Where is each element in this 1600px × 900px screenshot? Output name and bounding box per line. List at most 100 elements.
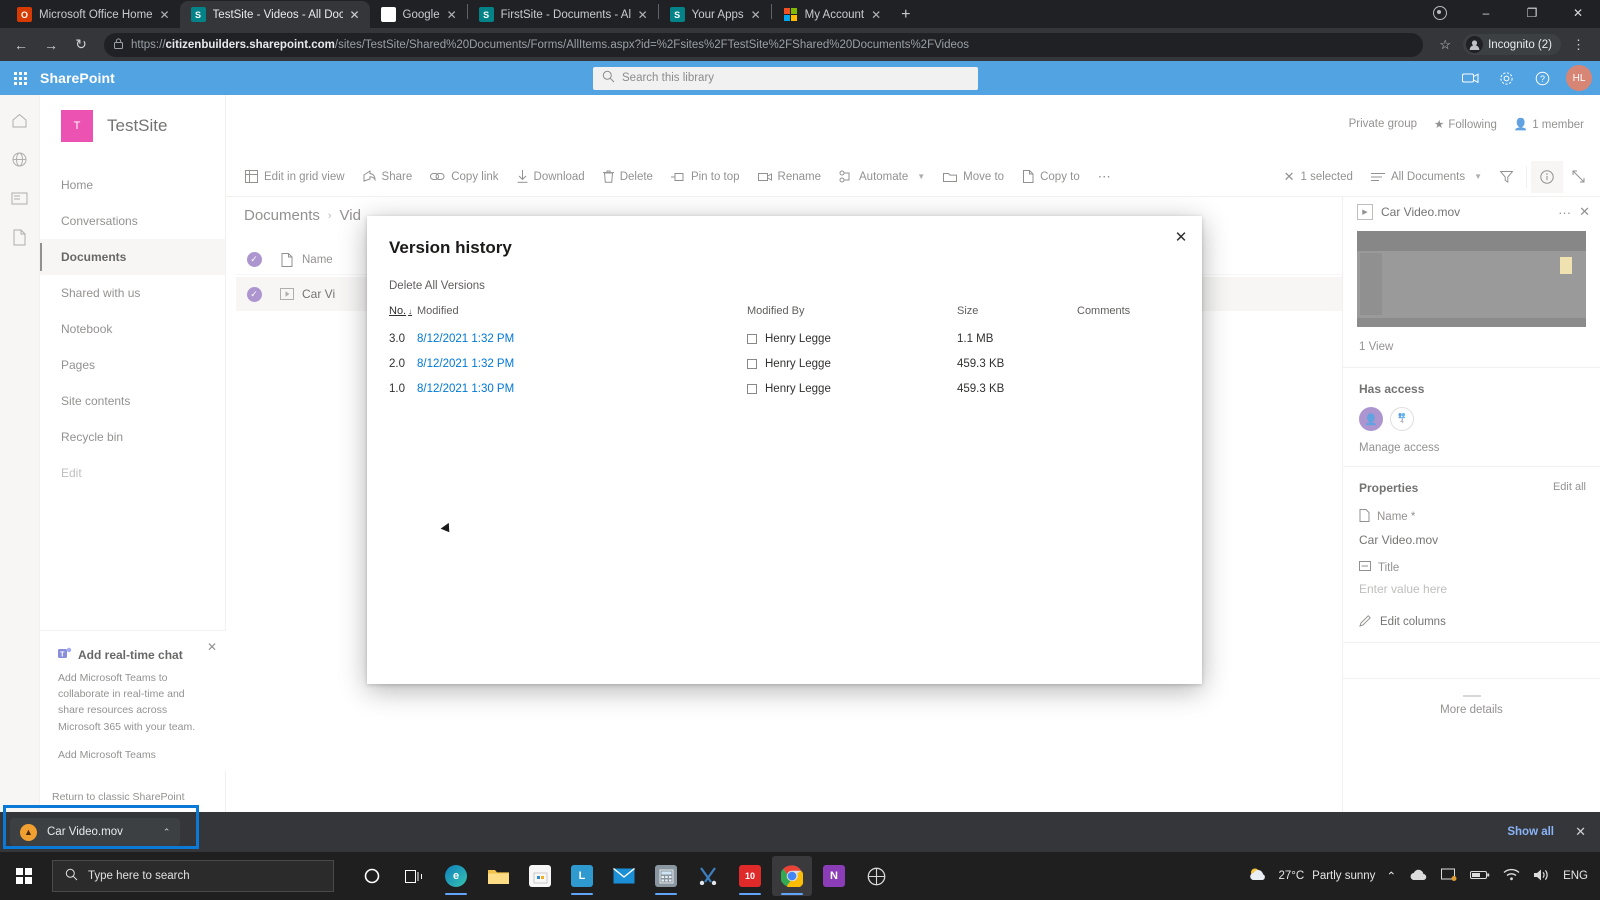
microsoft-store-icon[interactable] bbox=[520, 856, 560, 896]
column-header-comments[interactable]: Comments bbox=[1077, 305, 1130, 317]
modified-by-name: Henry Legge bbox=[765, 382, 831, 395]
version-history-dialog: ✕ Version history Delete All Versions No… bbox=[367, 216, 1202, 684]
weather-temp: 27°C bbox=[1278, 870, 1305, 882]
tab-close-icon[interactable]: ✕ bbox=[638, 9, 650, 21]
sharepoint-icon: S bbox=[478, 7, 494, 22]
chevron-up-icon[interactable]: ⌃ bbox=[163, 827, 171, 838]
version-modified-by: Henry Legge bbox=[747, 333, 957, 345]
browser-tab-firstsite[interactable]: S FirstSite - Documents - All Docu ✕ bbox=[468, 1, 658, 28]
close-download-bar-button[interactable]: ✕ bbox=[1575, 824, 1586, 840]
browser-tab-your-apps[interactable]: S Your Apps ✕ bbox=[659, 1, 771, 28]
url-scheme: https:// bbox=[131, 38, 166, 51]
tab-title: Microsoft Office Home bbox=[39, 8, 153, 21]
incognito-label: Incognito (2) bbox=[1488, 38, 1552, 51]
lock-icon bbox=[114, 38, 123, 51]
delete-all-versions-button[interactable]: Delete All Versions bbox=[367, 258, 1202, 292]
incognito-indicator[interactable]: Incognito (2) bbox=[1463, 34, 1561, 55]
tab-close-icon[interactable]: ✕ bbox=[160, 9, 172, 21]
linkedin-icon[interactable]: L bbox=[562, 856, 602, 896]
tab-close-icon[interactable]: ✕ bbox=[350, 9, 362, 21]
version-size: 459.3 KB bbox=[957, 382, 1005, 395]
download-item[interactable]: ▲ Car Video.mov ⌃ bbox=[10, 818, 181, 846]
vlc-file-icon: ▲ bbox=[20, 823, 37, 841]
cortana-icon[interactable] bbox=[352, 856, 392, 896]
tab-title: Your Apps bbox=[691, 8, 744, 21]
partly-sunny-icon bbox=[1248, 866, 1270, 887]
file-explorer-icon[interactable] bbox=[478, 856, 518, 896]
chrome-icon[interactable] bbox=[772, 856, 812, 896]
download-bar: ▲ Car Video.mov ⌃ Show all ✕ bbox=[0, 805, 1600, 852]
version-number: 1.0 bbox=[389, 382, 405, 395]
bookmark-star-icon[interactable]: ☆ bbox=[1433, 37, 1457, 53]
url-path: /sites/TestSite/Shared%20Documents/Forms… bbox=[334, 38, 970, 51]
weather-condition: Partly sunny bbox=[1312, 870, 1376, 882]
forward-button[interactable]: → bbox=[38, 32, 64, 58]
mail-icon[interactable] bbox=[604, 856, 644, 896]
version-size: 459.3 KB bbox=[957, 357, 1005, 370]
sort-descending-icon: ↓ bbox=[408, 307, 413, 316]
table-row[interactable]: 2.0 8/12/2021 1:32 PM Henry Legge 459.3 … bbox=[389, 351, 1180, 376]
modified-by-name: Henry Legge bbox=[765, 357, 831, 370]
browser-tab-my-account[interactable]: My Account ✕ bbox=[772, 1, 891, 28]
start-button[interactable] bbox=[0, 868, 48, 884]
volume-icon[interactable] bbox=[1533, 868, 1550, 885]
table-row[interactable]: 1.0 8/12/2021 1:30 PM Henry Legge 459.3 … bbox=[389, 376, 1180, 401]
taskbar-search-input[interactable]: Type here to search bbox=[52, 860, 334, 892]
browser-tab-office[interactable]: O Microsoft Office Home ✕ bbox=[6, 1, 180, 28]
column-label: No. bbox=[389, 305, 407, 317]
tab-strip: O Microsoft Office Home ✕ S TestSite - V… bbox=[0, 0, 1600, 28]
address-bar: ← → ↻ https://citizenbuilders.sharepoint… bbox=[0, 28, 1600, 61]
onedrive-icon[interactable] bbox=[1409, 868, 1428, 884]
version-modified-link[interactable]: 8/12/2021 1:30 PM bbox=[417, 383, 747, 395]
edge-icon[interactable]: e bbox=[436, 856, 476, 896]
version-history-table: No. ↓ Modified Modified By Size Comments … bbox=[367, 305, 1202, 401]
onenote-icon[interactable]: N bbox=[814, 856, 854, 896]
url-input[interactable]: https://citizenbuilders.sharepoint.com/s… bbox=[104, 32, 1424, 57]
calculator-icon[interactable] bbox=[646, 856, 686, 896]
language-indicator[interactable]: ENG bbox=[1563, 870, 1588, 882]
tab-close-icon[interactable]: ✕ bbox=[447, 9, 459, 21]
table-row[interactable]: 3.0 8/12/2021 1:32 PM Henry Legge 1.1 MB bbox=[389, 326, 1180, 351]
incognito-avatar-icon bbox=[1466, 36, 1484, 53]
maximize-button[interactable]: ❐ bbox=[1510, 1, 1554, 25]
column-header-size[interactable]: Size bbox=[957, 305, 1077, 317]
new-tab-button[interactable]: + bbox=[891, 6, 920, 28]
version-modified-link[interactable]: 8/12/2021 1:32 PM bbox=[417, 358, 747, 370]
task-view-icon[interactable] bbox=[394, 856, 434, 896]
reload-button[interactable]: ↻ bbox=[68, 32, 94, 58]
column-header-modified[interactable]: Modified bbox=[417, 305, 747, 317]
weather-widget[interactable]: 27°C Partly sunny bbox=[1248, 866, 1375, 887]
minimize-button[interactable]: – bbox=[1464, 1, 1508, 25]
windows-logo-icon bbox=[16, 868, 32, 884]
battery-icon[interactable] bbox=[1470, 869, 1490, 884]
wifi-icon[interactable] bbox=[1503, 868, 1520, 884]
back-button[interactable]: ← bbox=[8, 32, 34, 58]
window-controls: – ❐ ✕ bbox=[1418, 1, 1600, 25]
chevron-up-icon[interactable]: ⌃ bbox=[1386, 869, 1396, 883]
close-dialog-button[interactable]: ✕ bbox=[1166, 222, 1196, 252]
window-close-button[interactable]: ✕ bbox=[1556, 1, 1600, 25]
tab-close-icon[interactable]: ✕ bbox=[871, 9, 883, 21]
tab-title: Google bbox=[402, 8, 440, 21]
version-modified-link[interactable]: 8/12/2021 1:32 PM bbox=[417, 333, 747, 345]
windows-taskbar: Type here to search e L 10 N 27°C Partly… bbox=[0, 852, 1600, 900]
snip-tool-icon[interactable] bbox=[688, 856, 728, 896]
show-all-downloads-button[interactable]: Show all bbox=[1507, 826, 1554, 838]
screen-icon[interactable] bbox=[1441, 868, 1457, 885]
settings-app-icon[interactable] bbox=[856, 856, 896, 896]
sharepoint-icon: S bbox=[669, 7, 685, 22]
column-header-modified-by[interactable]: Modified By bbox=[747, 305, 957, 317]
browser-menu-icon[interactable]: ⋮ bbox=[1565, 37, 1592, 53]
url-host: citizenbuilders.sharepoint.com bbox=[165, 38, 335, 51]
browser-tab-google[interactable]: G Google ✕ bbox=[370, 1, 467, 28]
tab-title: TestSite - Videos - All Documents bbox=[212, 8, 343, 21]
office-icon: O bbox=[17, 7, 32, 22]
browser-chrome: O Microsoft Office Home ✕ S TestSite - V… bbox=[0, 0, 1600, 61]
modified-by-name: Henry Legge bbox=[765, 332, 831, 345]
column-header-no[interactable]: No. ↓ bbox=[389, 305, 417, 317]
browser-tab-testsite[interactable]: S TestSite - Videos - All Documents ✕ bbox=[179, 1, 370, 28]
version-table-header: No. ↓ Modified Modified By Size Comments bbox=[389, 305, 1180, 326]
extensions-icon[interactable] bbox=[1418, 1, 1462, 25]
tab-close-icon[interactable]: ✕ bbox=[751, 9, 763, 21]
camtasia-icon[interactable]: 10 bbox=[730, 856, 770, 896]
